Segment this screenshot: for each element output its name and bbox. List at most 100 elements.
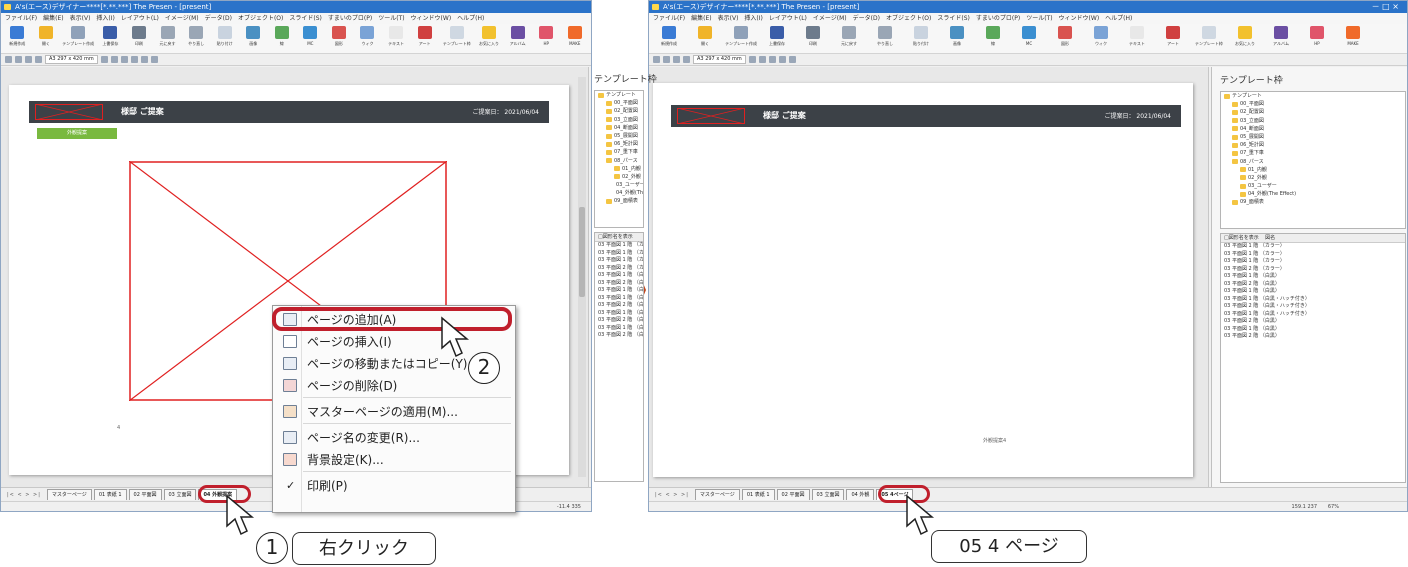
menu-item[interactable]: すまいのプロ(P) bbox=[328, 15, 372, 22]
ribbon-button[interactable]: 新規作成 bbox=[7, 26, 28, 47]
ribbon-button[interactable]: MAKE bbox=[564, 26, 585, 46]
menu-item[interactable]: ウィンドウ(W) bbox=[411, 15, 452, 22]
ribbon-button[interactable]: 線 bbox=[979, 26, 1007, 47]
ribbon-button[interactable]: アート bbox=[414, 26, 435, 47]
list-item[interactable]: 03 平面図 2 階 （白黒・ハッチ付き） bbox=[1221, 303, 1405, 311]
ribbon-button[interactable]: 画像 bbox=[243, 26, 264, 47]
grid-icon[interactable] bbox=[758, 56, 766, 63]
ribbon-button[interactable]: ウィク bbox=[357, 26, 378, 47]
snap-icon[interactable] bbox=[768, 56, 776, 63]
align-icon[interactable] bbox=[748, 56, 756, 63]
list-item[interactable]: 03 平面図 1 階 （白黒） bbox=[595, 272, 643, 280]
menu-item[interactable]: ファイル(F) bbox=[653, 15, 685, 22]
page-tab[interactable]: 01 表紙 1 bbox=[741, 489, 775, 500]
vertical-scrollbar[interactable] bbox=[578, 77, 586, 477]
ribbon-button[interactable]: 画像 bbox=[943, 26, 971, 47]
ribbon-button[interactable]: MC bbox=[300, 26, 321, 46]
page-tab[interactable]: 01 表紙 1 bbox=[93, 489, 127, 500]
menu-item[interactable]: 挿入(I) bbox=[744, 15, 762, 22]
menu-item[interactable]: オブジェクト(O) bbox=[886, 15, 931, 22]
menu-item[interactable]: ヘルプ(H) bbox=[457, 15, 484, 22]
ribbon-button[interactable]: 上書保存 bbox=[100, 26, 121, 47]
ribbon-button[interactable]: テンプレート枠 bbox=[443, 26, 471, 47]
menu-item[interactable]: ツール(T) bbox=[1026, 15, 1052, 22]
template-tree-left[interactable]: テンプレート 00_平面図 02_配置図 03_立面図 04_断面図 05_展開図 06_矩… bbox=[594, 90, 644, 228]
menu-item[interactable]: レイアウト(L) bbox=[121, 15, 159, 22]
list-item[interactable]: 03 平面図 1 階 （白黒） bbox=[595, 287, 643, 295]
menu-item[interactable]: オブジェクト(O) bbox=[238, 15, 283, 22]
list-item[interactable]: 03 平面図 1 階 （カラー） bbox=[595, 257, 643, 265]
ribbon-button[interactable]: 新規作成 bbox=[655, 26, 683, 47]
hand-icon[interactable] bbox=[673, 56, 680, 63]
layer-icon[interactable] bbox=[130, 56, 138, 63]
ribbon-button[interactable]: テンプレート作成 bbox=[62, 26, 94, 47]
list-item[interactable]: 03 平面図 1 階 （カラー） bbox=[1221, 243, 1405, 251]
list-item[interactable]: 03 平面図 2 階 （白黒） bbox=[595, 332, 643, 340]
ribbon-button[interactable]: 開く bbox=[36, 26, 57, 47]
scroll-thumb[interactable] bbox=[579, 207, 585, 297]
tree-item[interactable]: 04_断面図 bbox=[1221, 125, 1405, 133]
list-item[interactable]: 03 平面図 1 階 （白黒） bbox=[1221, 273, 1405, 281]
tree-item[interactable]: 06_矩計図 bbox=[595, 140, 643, 148]
template-list-left[interactable]: □図形名を表示 03 平面図 1 階 （カラー）03 平面図 1 階 （カラー）… bbox=[594, 232, 644, 482]
order-icon[interactable] bbox=[150, 56, 158, 63]
ribbon-button[interactable]: HP bbox=[1303, 26, 1331, 46]
align-icon[interactable] bbox=[100, 56, 108, 63]
tree-item[interactable]: 01_内観 bbox=[1221, 166, 1405, 174]
menu-item[interactable]: レイアウト(L) bbox=[769, 15, 807, 22]
group-icon[interactable] bbox=[788, 56, 796, 63]
ribbon-button[interactable]: アルバム bbox=[1267, 26, 1295, 47]
page-sheet[interactable]: 様邸 ご提案 ご提案日： 2021/06/04 外観提案4 bbox=[653, 83, 1193, 477]
tree-item[interactable]: 04_外観(The Effect) bbox=[595, 189, 643, 197]
tree-item[interactable]: 02_配置図 bbox=[1221, 108, 1405, 116]
tree-item[interactable]: 08_パース bbox=[595, 157, 643, 165]
ribbon-button[interactable]: 元に戻す bbox=[835, 26, 863, 47]
tree-item[interactable]: 07_重下車 bbox=[595, 148, 643, 156]
menu-item[interactable]: データ(D) bbox=[853, 15, 880, 22]
context-menu-item[interactable]: ページ名の変更(R)... bbox=[273, 427, 515, 449]
list-item[interactable]: 03 平面図 1 階 （カラー） bbox=[595, 250, 643, 258]
ribbon-button[interactable]: MC bbox=[1015, 26, 1043, 46]
zoom-out-icon[interactable] bbox=[663, 56, 670, 63]
ribbon-button[interactable]: テキスト bbox=[386, 26, 407, 47]
fit-icon[interactable] bbox=[683, 56, 690, 63]
tree-item[interactable]: 03_立面図 bbox=[595, 116, 643, 124]
ribbon-button[interactable]: HP bbox=[536, 26, 557, 46]
group-icon[interactable] bbox=[140, 56, 148, 63]
tree-item[interactable]: 03_ユーザー bbox=[1221, 182, 1405, 190]
list-item[interactable]: 03 平面図 1 階 （カラー） bbox=[1221, 258, 1405, 266]
ribbon-button[interactable]: やり直し bbox=[871, 26, 899, 47]
paper-size-select[interactable]: A3 297 x 420 mm bbox=[45, 55, 98, 64]
zoom-in-icon[interactable] bbox=[653, 56, 660, 63]
fit-icon[interactable] bbox=[35, 56, 42, 63]
tree-item[interactable]: 07_重下車 bbox=[1221, 149, 1405, 157]
tree-item[interactable]: 03_ユーザー bbox=[595, 181, 643, 189]
ribbon-button[interactable]: 図形 bbox=[329, 26, 350, 47]
context-menu-item[interactable]: 背景設定(K)... bbox=[273, 449, 515, 471]
menu-item[interactable]: ヘルプ(H) bbox=[1105, 15, 1132, 22]
hand-icon[interactable] bbox=[25, 56, 32, 63]
ribbon-button[interactable]: テキスト bbox=[1123, 26, 1151, 47]
menu-item[interactable]: イメージ(M) bbox=[813, 15, 847, 22]
ribbon-button[interactable]: 図形 bbox=[1051, 26, 1079, 47]
tree-item[interactable]: 09_面積表 bbox=[595, 197, 643, 205]
list-item[interactable]: 03 平面図 2 階 （白黒） bbox=[1221, 281, 1405, 289]
ribbon-button[interactable]: 元に戻す bbox=[157, 26, 178, 47]
canvas-area[interactable]: 様邸 ご提案 ご提案日： 2021/06/04 外観提案4 bbox=[649, 67, 1209, 487]
tab-nav-buttons[interactable]: |< < > >| bbox=[7, 492, 41, 498]
tree-item[interactable]: 04_外観(The Effect) bbox=[1221, 190, 1405, 198]
page-tab[interactable]: 02 平面図 bbox=[776, 489, 810, 500]
page-tab[interactable]: 03 立面図 bbox=[163, 489, 197, 500]
tree-item[interactable]: 05_展開図 bbox=[1221, 133, 1405, 141]
list-item[interactable]: 03 平面図 1 階 （カラー） bbox=[1221, 251, 1405, 259]
menu-item[interactable]: ツール(T) bbox=[378, 15, 404, 22]
list-item[interactable]: 03 平面図 1 階 （白黒） bbox=[595, 325, 643, 333]
ribbon-button[interactable]: MAKE bbox=[1339, 26, 1367, 46]
page-tab[interactable]: 03 立面図 bbox=[811, 489, 845, 500]
tree-item[interactable]: 02_配置図 bbox=[595, 107, 643, 115]
ribbon-button[interactable]: アート bbox=[1159, 26, 1187, 47]
tree-item[interactable]: 05_展開図 bbox=[595, 132, 643, 140]
ribbon-button[interactable]: 上書保存 bbox=[763, 26, 791, 47]
menu-item[interactable]: 表示(V) bbox=[70, 15, 91, 22]
tree-item[interactable]: 08_パース bbox=[1221, 158, 1405, 166]
